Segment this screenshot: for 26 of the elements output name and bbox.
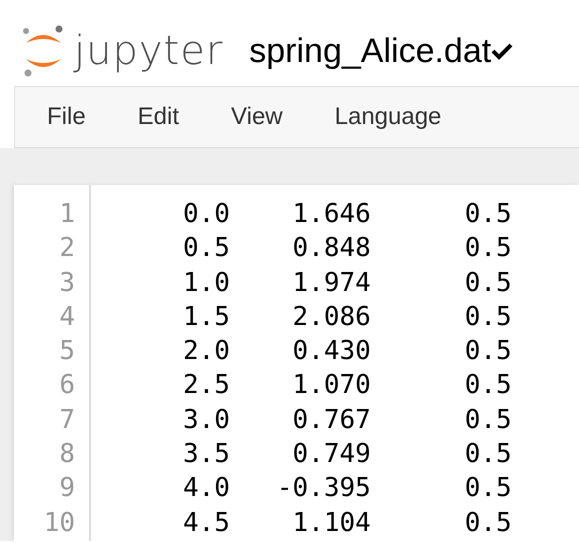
code-line: 2.5 1.070 0.5 bbox=[182, 369, 512, 402]
code-line: 0.5 0.848 0.5 bbox=[182, 232, 512, 266]
code-line: 0.0 1.646 0.5 bbox=[182, 198, 512, 231]
code-line: 4.0 -0.395 0.5 bbox=[182, 472, 512, 506]
line-number: 7 bbox=[58, 404, 76, 437]
line-number: 4 bbox=[58, 300, 76, 334]
menu-item[interactable]: Language bbox=[334, 99, 442, 135]
code-line: 1.0 1.974 0.5 bbox=[182, 266, 512, 300]
line-number: 9 bbox=[58, 472, 76, 506]
line-number: 6 bbox=[58, 369, 76, 402]
code-line: 1.5 2.086 0.5 bbox=[182, 300, 512, 334]
code-line: 4.5 1.104 0.5 bbox=[182, 506, 512, 540]
line-number: 5 bbox=[58, 335, 76, 368]
menu-item[interactable]: View bbox=[231, 99, 283, 135]
code-line: 2.0 0.430 0.5 bbox=[182, 335, 512, 368]
menu-item[interactable]: File bbox=[47, 99, 86, 135]
menu-item[interactable]: Edit bbox=[138, 99, 180, 135]
line-number: 10 bbox=[42, 506, 76, 540]
line-number: 8 bbox=[58, 438, 76, 472]
logo-text: jupyter bbox=[74, 31, 224, 71]
file-title[interactable]: spring_Alice.dat bbox=[249, 34, 492, 68]
line-number: 1 bbox=[58, 198, 76, 231]
line-number: 3 bbox=[58, 266, 76, 300]
line-number: 2 bbox=[58, 232, 76, 266]
code-line: 3.5 0.749 0.5 bbox=[182, 438, 512, 472]
code-line: 3.0 0.767 0.5 bbox=[182, 404, 512, 437]
